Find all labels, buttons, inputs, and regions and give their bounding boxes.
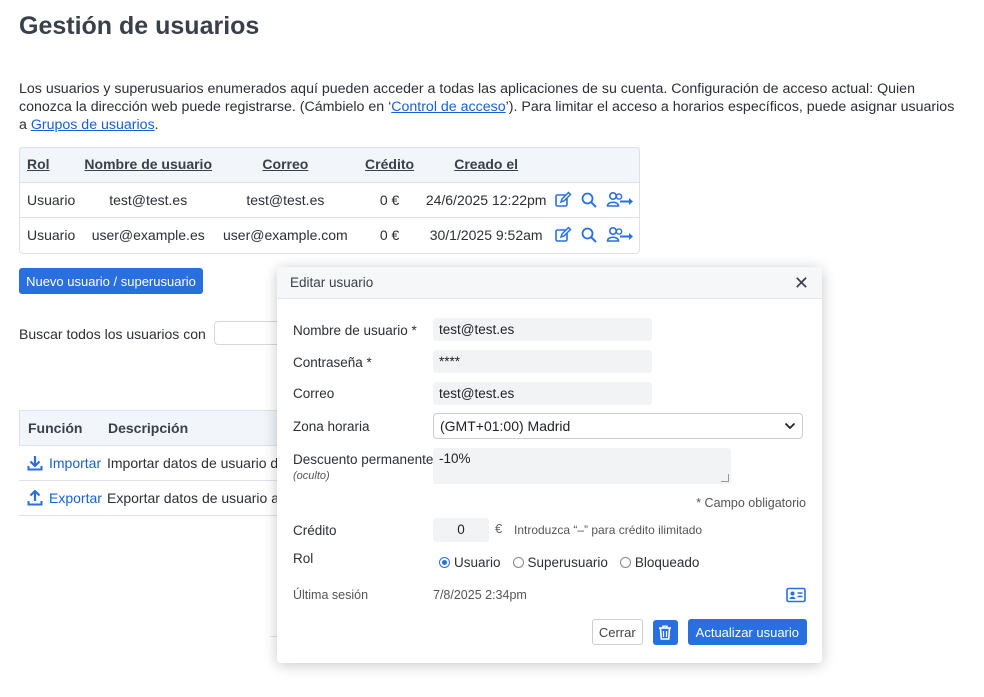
username-label: Nombre de usuario *: [293, 323, 417, 338]
table-row: Importar Importar datos de usuario d: [19, 446, 289, 481]
discount-value: -10%: [439, 451, 471, 466]
col-header-credit[interactable]: Crédito: [355, 147, 424, 182]
export-link[interactable]: Exportar: [49, 490, 102, 506]
import-link[interactable]: Importar: [49, 455, 101, 471]
credit-hint: Introduzca “–” para crédito ilimitado: [514, 523, 703, 537]
radio-icon[interactable]: [619, 557, 631, 568]
table-row[interactable]: Usuario user@example.es user@example.com…: [19, 216, 640, 252]
search-input[interactable]: [214, 321, 284, 345]
users-table: Rol Nombre de usuario Correo Crédito Cre…: [19, 147, 640, 252]
required-note: * Campo obligatorio: [696, 496, 806, 510]
timezone-label: Zona horaria: [293, 419, 370, 434]
col-header-created[interactable]: Creado el: [424, 147, 548, 182]
username-field[interactable]: test@test.es: [433, 318, 652, 341]
radio-label: Bloqueado: [634, 555, 700, 570]
cell-username: test@test.es: [80, 181, 216, 217]
email-label: Correo: [293, 386, 335, 401]
cell-credit: 0 €: [355, 216, 425, 252]
user-groups-link[interactable]: Grupos de usuarios: [31, 117, 155, 133]
col-header-role[interactable]: Rol: [19, 147, 81, 182]
cell-role: Usuario: [19, 216, 81, 252]
function-cell: Exportar: [19, 490, 107, 506]
col-header-function: Función: [28, 420, 83, 436]
function-description: Importar datos de usuario d: [107, 455, 279, 471]
discount-label: Descuento permanente: [293, 452, 434, 467]
intro-text: Los usuarios y superusuarios enumerados …: [19, 80, 964, 134]
close-icon[interactable]: ✕: [794, 274, 809, 292]
users-table-header: Rol Nombre de usuario Correo Crédito Cre…: [19, 147, 640, 182]
col-header-actions: [548, 147, 640, 182]
cell-email: user@example.com: [215, 216, 356, 252]
radio-label: Superusuario: [527, 555, 608, 570]
delete-button[interactable]: [652, 619, 678, 645]
table-row: Exportar Exportar datos de usuario a: [19, 481, 289, 516]
search-label: Buscar todos los usuarios con: [19, 326, 206, 342]
user-transfer-icon[interactable]: [606, 191, 636, 209]
role-radio-bloqueado[interactable]: Bloqueado: [619, 555, 700, 570]
resize-grip-icon[interactable]: [721, 474, 729, 482]
col-header-username[interactable]: Nombre de usuario: [81, 147, 216, 182]
discount-sublabel: (oculto): [293, 470, 330, 482]
timezone-value: (GMT+01:00) Madrid: [440, 418, 571, 434]
close-button[interactable]: Cerrar: [591, 619, 643, 645]
timezone-select[interactable]: (GMT+01:00) Madrid: [433, 413, 803, 439]
table-row[interactable]: Usuario test@test.es test@test.es 0 € 24…: [19, 181, 640, 217]
last-session-value: 7/8/2025 2:34pm: [433, 588, 527, 602]
function-cell: Importar: [19, 455, 107, 471]
functions-table-header: Función Descripción: [19, 410, 289, 446]
cell-email: test@test.es: [215, 181, 356, 217]
upload-icon[interactable]: [27, 490, 43, 506]
edit-icon[interactable]: [554, 226, 572, 244]
role-radio-group: Usuario Superusuario Bloqueado: [439, 555, 699, 570]
trash-icon: [659, 625, 672, 640]
cell-credit: 0 €: [355, 181, 425, 217]
cell-created: 24/6/2025 12:22pm: [424, 181, 549, 217]
search-icon[interactable]: [580, 226, 598, 244]
password-label: Contraseña *: [293, 355, 372, 370]
role-radio-superusuario[interactable]: Superusuario: [512, 555, 608, 570]
cell-actions: [548, 181, 640, 217]
access-control-link[interactable]: Control de acceso: [391, 99, 505, 115]
col-header-description: Descripción: [108, 420, 189, 436]
edit-icon[interactable]: [554, 191, 572, 209]
cell-actions: [548, 216, 640, 252]
role-radio-usuario[interactable]: Usuario: [439, 555, 501, 570]
role-label: Rol: [293, 551, 314, 566]
password-field[interactable]: ****: [433, 350, 652, 373]
dialog-title: Editar usuario: [290, 275, 374, 290]
discount-textarea[interactable]: -10%: [433, 448, 731, 484]
radio-icon[interactable]: [512, 557, 524, 568]
credit-field[interactable]: 0: [433, 518, 489, 542]
cell-role: Usuario: [19, 181, 81, 217]
page-title: Gestión de usuarios: [19, 12, 260, 40]
new-user-button[interactable]: Nuevo usuario / superusuario: [19, 268, 203, 294]
radio-label: Usuario: [454, 555, 501, 570]
function-description: Exportar datos de usuario a: [107, 490, 279, 506]
cell-created: 30/1/2025 9:52am: [424, 216, 549, 252]
search-icon[interactable]: [580, 191, 598, 209]
radio-selected-icon[interactable]: [439, 557, 450, 568]
last-session-label: Última sesión: [293, 588, 369, 602]
col-header-email[interactable]: Correo: [216, 147, 355, 182]
cell-username: user@example.es: [80, 216, 216, 252]
functions-table: Función Descripción Importar Importar da…: [19, 410, 289, 516]
id-card-icon[interactable]: [786, 587, 806, 603]
update-user-button[interactable]: Actualizar usuario: [687, 619, 807, 645]
dialog-header: Editar usuario ✕: [277, 267, 822, 299]
download-icon[interactable]: [27, 455, 43, 471]
email-field[interactable]: test@test.es: [433, 382, 652, 405]
edit-user-dialog: Editar usuario ✕ Nombre de usuario * tes…: [277, 267, 822, 663]
intro-part-3: .: [154, 117, 159, 133]
dialog-footer: Cerrar Actualizar usuario: [591, 619, 807, 645]
user-transfer-icon[interactable]: [606, 226, 636, 244]
credit-label: Crédito: [293, 523, 337, 538]
chevron-down-icon: [784, 422, 796, 430]
credit-currency: €: [495, 521, 503, 536]
